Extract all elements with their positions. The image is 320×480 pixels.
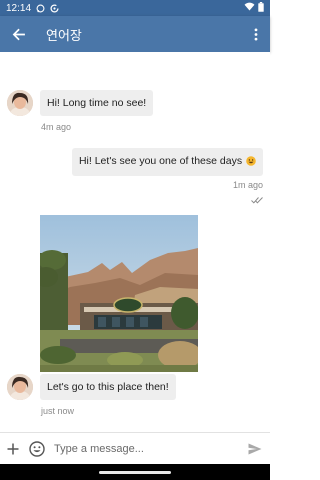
home-handle[interactable] bbox=[99, 470, 171, 474]
grinning-face-emoji bbox=[246, 156, 256, 169]
send-button[interactable] bbox=[240, 433, 270, 465]
chat-bubble-icon bbox=[36, 4, 45, 13]
send-icon bbox=[248, 443, 262, 454]
message-time: just now bbox=[41, 406, 75, 416]
message-bubble-incoming[interactable]: Hi! Long time no see! bbox=[40, 90, 154, 116]
data-saver-icon bbox=[50, 3, 59, 13]
message-text: Hi! Let's see you one of these days bbox=[78, 155, 243, 167]
status-bar: 12:14 bbox=[0, 0, 270, 16]
message-text: Hi! Long time no see! bbox=[47, 97, 147, 109]
message-time: 4m ago bbox=[41, 122, 72, 132]
status-right-icons bbox=[244, 1, 264, 15]
chat-title: 연어장 bbox=[46, 28, 82, 44]
message-input-bar bbox=[0, 432, 270, 464]
app-bar: 연어장 bbox=[0, 16, 270, 52]
chat-screen: 12:14 연어장 Hi! Long time no see! 4m ago H… bbox=[0, 0, 270, 480]
message-time: 1m ago bbox=[232, 180, 263, 190]
status-time: 12:14 bbox=[6, 2, 32, 14]
message-bubble-outgoing[interactable]: Hi! Let's see you one of these days bbox=[71, 148, 263, 176]
message-input[interactable] bbox=[54, 442, 240, 455]
more-vert-icon bbox=[254, 27, 258, 41]
add-attachment-button[interactable] bbox=[0, 433, 26, 465]
avatar[interactable] bbox=[7, 374, 33, 400]
avatar[interactable] bbox=[7, 90, 33, 116]
emoji-icon bbox=[29, 440, 45, 457]
emoji-button[interactable] bbox=[26, 433, 48, 465]
more-options-button[interactable] bbox=[242, 16, 270, 52]
plus-icon bbox=[7, 443, 19, 454]
navigation-bar bbox=[0, 464, 270, 480]
wifi-icon bbox=[244, 2, 255, 14]
back-button[interactable] bbox=[0, 16, 36, 52]
double-check-icon bbox=[251, 191, 263, 209]
battery-icon bbox=[258, 1, 264, 15]
photo-restaurant-mountains[interactable] bbox=[40, 215, 198, 372]
arrow-back-icon bbox=[12, 28, 25, 40]
message-bubble-incoming[interactable]: Let's go to this place then! bbox=[40, 374, 176, 400]
message-list[interactable]: Hi! Long time no see! 4m ago Hi! Let's s… bbox=[0, 52, 270, 430]
message-text: Let's go to this place then! bbox=[47, 381, 169, 393]
